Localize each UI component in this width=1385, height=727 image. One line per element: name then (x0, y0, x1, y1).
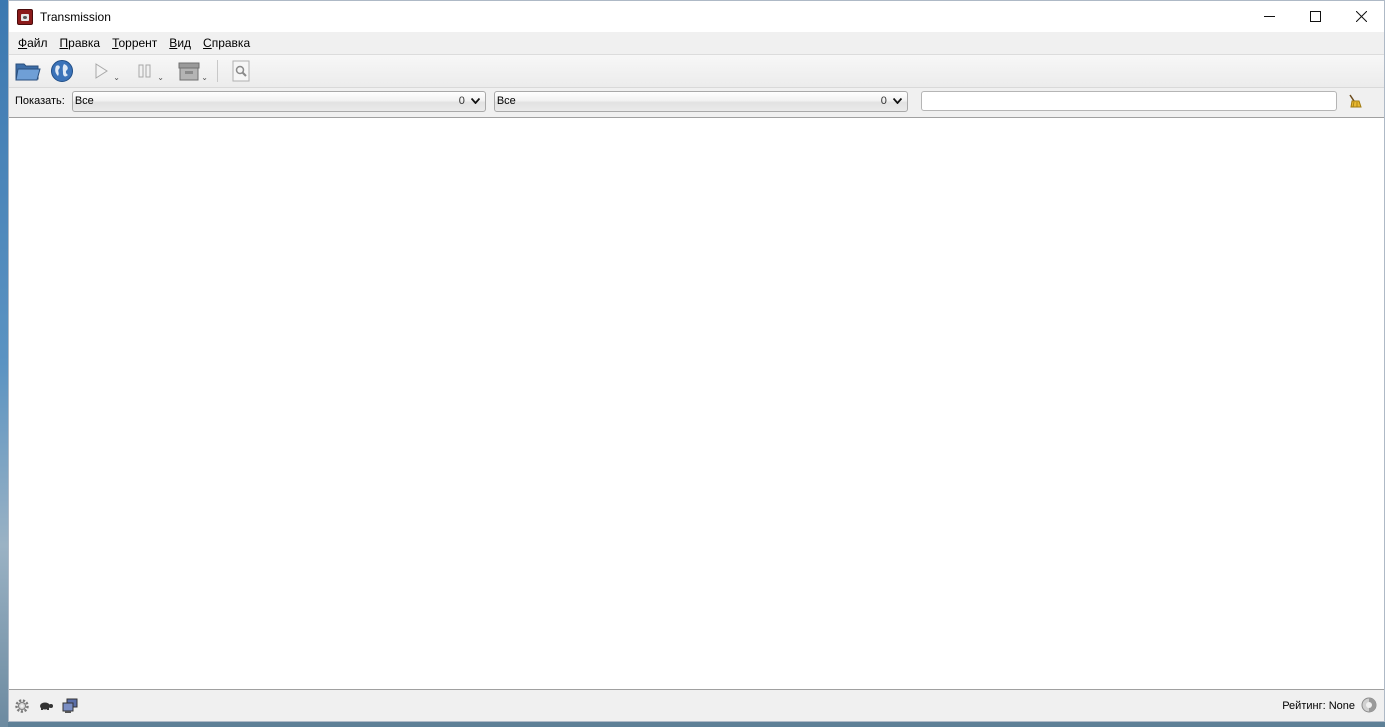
menu-view[interactable]: Вид (164, 36, 198, 50)
status-right: Рейтинг: None (1282, 690, 1377, 721)
menu-torrent[interactable]: Торрент (107, 36, 164, 50)
window-title: Transmission (40, 9, 111, 24)
globe-icon (51, 60, 73, 82)
open-folder-icon (15, 63, 41, 81)
main-window: Transmission Файл Правка Торрент Вид Спр… (8, 0, 1385, 722)
desktop-background (0, 0, 8, 727)
remove-icon (178, 62, 200, 81)
ratio-icon[interactable] (1361, 697, 1377, 716)
chevron-down-icon (892, 98, 904, 104)
chevron-down-icon[interactable]: ⌄ (113, 73, 120, 82)
search-input[interactable] (920, 91, 1337, 111)
remove-torrent-button[interactable]: ⌄ (169, 57, 209, 85)
minimize-button[interactable] (1246, 1, 1292, 32)
start-torrent-button[interactable]: ⌄ (81, 57, 121, 85)
menu-help[interactable]: Справка (198, 36, 257, 50)
close-icon (1355, 11, 1367, 22)
menu-edit[interactable]: Правка (55, 36, 108, 50)
status-filter-value: Все (74, 95, 94, 107)
show-label: Показать: (15, 95, 65, 107)
filter-bar: Показать: Все 0 Все 0 (9, 88, 1384, 114)
chevron-down-icon[interactable]: ⌄ (157, 73, 164, 82)
menu-bar: Файл Правка Торрент Вид Справка (9, 32, 1384, 54)
pause-icon (138, 64, 151, 78)
status-filter-combo[interactable]: Все 0 (71, 90, 486, 112)
tracker-filter-count: 0 (880, 95, 887, 107)
status-bar: Рейтинг: None (9, 690, 1384, 721)
open-url-button[interactable] (47, 57, 77, 85)
maximize-icon (1309, 11, 1321, 22)
chevron-down-icon[interactable]: ⌄ (201, 73, 208, 82)
status-filter-count: 0 (458, 95, 465, 107)
torrent-list[interactable] (9, 117, 1384, 690)
menu-file[interactable]: Файл (13, 36, 55, 50)
tracker-filter-value: Все (496, 95, 516, 107)
toolbar-separator (217, 60, 218, 82)
ratio-label[interactable]: Рейтинг: None (1282, 700, 1355, 712)
pause-torrent-button[interactable]: ⌄ (125, 57, 165, 85)
open-torrent-button[interactable] (13, 57, 43, 85)
turtle-speed-icon[interactable] (37, 697, 55, 715)
toolbar: ⌄ ⌄ ⌄ (9, 54, 1384, 88)
transmission-app-icon[interactable] (17, 8, 33, 25)
tracker-filter-combo[interactable]: Все 0 (493, 90, 908, 112)
properties-icon (232, 60, 250, 82)
chevron-down-icon (470, 98, 482, 104)
maximize-button[interactable] (1292, 1, 1338, 32)
play-icon (95, 63, 108, 79)
window-controls (1246, 1, 1384, 32)
clear-search-icon[interactable] (1347, 93, 1363, 109)
network-status-icon[interactable] (61, 697, 79, 715)
torrent-properties-button[interactable] (226, 57, 256, 85)
title-bar[interactable]: Transmission (9, 1, 1384, 32)
settings-gear-icon[interactable] (13, 697, 31, 715)
close-button[interactable] (1338, 1, 1384, 32)
minimize-icon (1263, 16, 1275, 17)
